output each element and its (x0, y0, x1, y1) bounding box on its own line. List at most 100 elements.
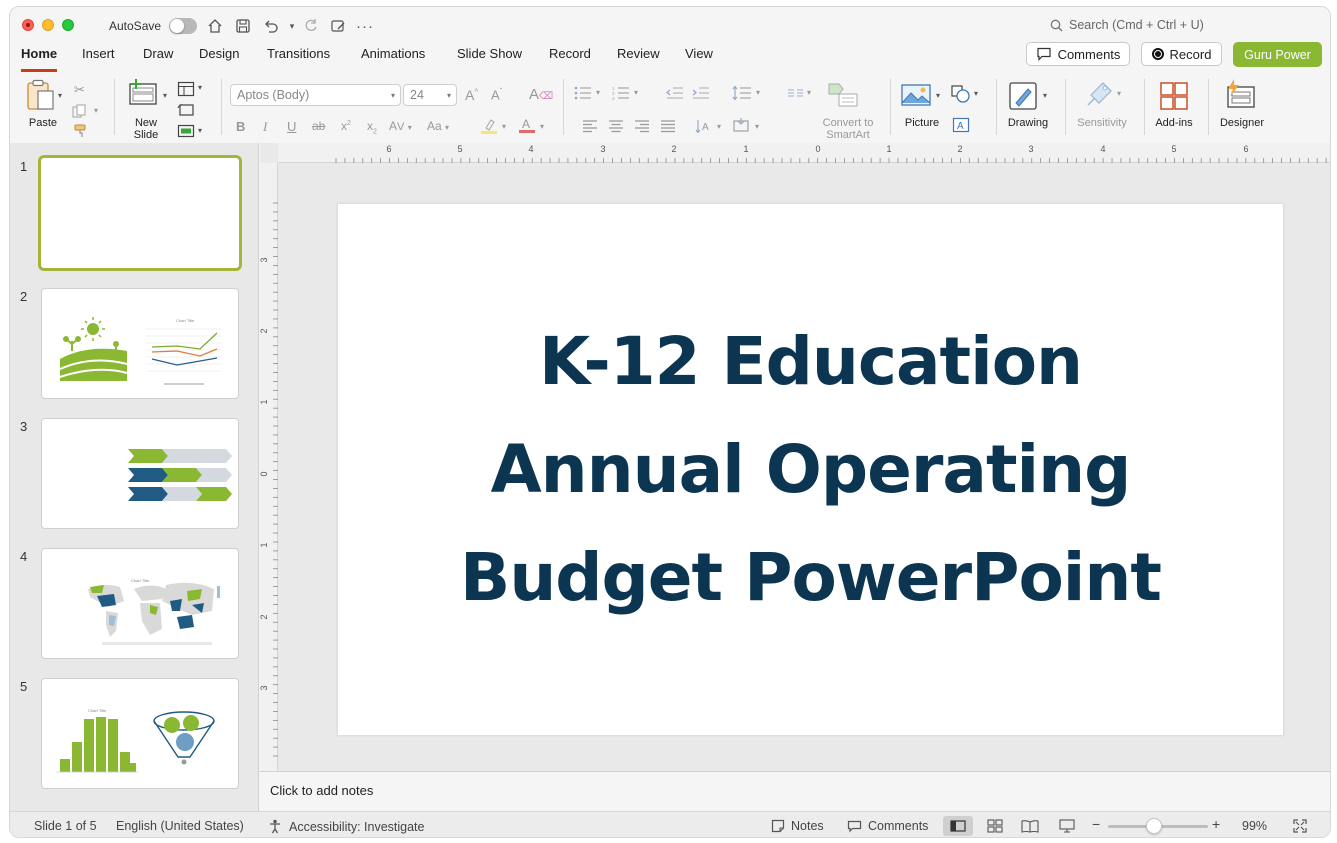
normal-view-button[interactable] (943, 816, 973, 836)
tab-insert[interactable]: Insert (82, 46, 115, 72)
increase-indent-icon[interactable] (692, 86, 710, 105)
notes-toggle-button[interactable]: Notes (771, 819, 824, 833)
home-icon[interactable] (206, 17, 224, 35)
tab-review[interactable]: Review (617, 46, 660, 72)
align-right-icon[interactable] (634, 119, 650, 138)
columns-dropdown-chevron-icon[interactable]: ▾ (807, 88, 811, 97)
clear-formatting-icon[interactable]: A⌫ (529, 86, 553, 103)
align-text-icon[interactable] (732, 118, 752, 139)
new-slide-dropdown-chevron-icon[interactable]: ▾ (163, 91, 167, 100)
cut-icon[interactable]: ✂ (74, 82, 85, 98)
strikethrough-icon[interactable]: ab (312, 119, 325, 133)
tab-home[interactable]: Home (21, 46, 58, 72)
search-box[interactable]: Search (Cmd + Ctrl + U) (1050, 18, 1204, 32)
language-indicator[interactable]: English (United States) (116, 819, 244, 833)
zoom-in-button[interactable]: + (1212, 816, 1220, 832)
italic-icon[interactable]: I (263, 119, 267, 135)
record-button[interactable]: Record (1141, 42, 1222, 66)
change-case-icon[interactable]: Aa ▾ (427, 119, 449, 133)
undo-dropdown-chevron-icon[interactable]: ▾ (283, 17, 301, 35)
paste-dropdown-chevron-icon[interactable]: ▾ (58, 91, 62, 100)
slide-thumbnail-2[interactable]: Chart Title (41, 288, 239, 399)
sensitivity-dropdown-chevron-icon[interactable]: ▾ (1117, 89, 1121, 98)
tab-animations[interactable]: Animations (361, 46, 425, 72)
decrease-indent-icon[interactable] (666, 86, 684, 105)
zoom-level[interactable]: 99% (1242, 819, 1267, 833)
comments-button[interactable]: Comments (1026, 42, 1130, 66)
slideshow-view-button[interactable] (1052, 816, 1082, 836)
add-ins-icon[interactable] (1159, 81, 1189, 116)
fit-to-window-button[interactable] (1285, 816, 1315, 836)
numbering-icon[interactable]: 123 (612, 86, 630, 105)
decrease-font-size-icon[interactable]: Aˇ (491, 87, 502, 102)
font-name-dropdown[interactable]: Aptos (Body) ▾ (230, 84, 401, 106)
slide-thumbnail-4[interactable]: Chart Title (41, 548, 239, 659)
paste-icon[interactable] (26, 79, 56, 116)
vertical-ruler[interactable]: 3 2 1 0 1 2 3 (259, 163, 278, 771)
section-icon[interactable] (177, 124, 195, 143)
copy-icon[interactable] (72, 104, 88, 123)
font-color-dropdown-chevron-icon[interactable]: ▾ (540, 122, 544, 131)
font-size-dropdown[interactable]: 24 ▾ (403, 84, 457, 106)
bullets-icon[interactable] (574, 86, 592, 105)
slide-canvas[interactable]: K-12 Education Annual Operating Budget P… (337, 203, 1284, 736)
text-direction-dropdown-chevron-icon[interactable]: ▾ (717, 122, 721, 131)
tab-view[interactable]: View (685, 46, 713, 72)
layout-dropdown-chevron-icon[interactable]: ▾ (198, 83, 202, 92)
tab-draw[interactable]: Draw (143, 46, 173, 72)
justify-icon[interactable] (660, 119, 676, 138)
slide-thumbnail-3[interactable] (41, 418, 239, 529)
slide-thumbnails-panel[interactable]: 1 2 Chart Title 3 4 Chart Title 5 Chart … (10, 143, 259, 811)
undo-icon[interactable] (262, 17, 280, 35)
redo-icon[interactable] (302, 17, 320, 35)
reading-view-button[interactable] (1015, 816, 1045, 836)
comments-toggle-button[interactable]: Comments (847, 819, 928, 833)
highlight-icon[interactable] (480, 118, 500, 139)
reset-slide-icon[interactable] (177, 103, 195, 122)
maximize-window-button[interactable] (62, 19, 74, 31)
accessibility-checker[interactable]: Accessibility: Investigate (268, 819, 424, 834)
more-options-icon[interactable]: ··· (356, 17, 374, 35)
drawing-icon[interactable] (1008, 81, 1040, 116)
tab-record[interactable]: Record (549, 46, 591, 72)
superscript-icon[interactable]: x2 (341, 119, 351, 133)
layout-icon[interactable] (177, 81, 195, 102)
increase-font-size-icon[interactable]: A^ (465, 87, 478, 103)
picture-dropdown-chevron-icon[interactable]: ▾ (936, 91, 940, 100)
shapes-dropdown-chevron-icon[interactable]: ▾ (974, 89, 978, 98)
highlight-dropdown-chevron-icon[interactable]: ▾ (502, 122, 506, 131)
zoom-out-button[interactable]: − (1092, 816, 1100, 832)
align-text-dropdown-chevron-icon[interactable]: ▾ (755, 122, 759, 131)
align-center-icon[interactable] (608, 119, 624, 138)
underline-icon[interactable]: U (287, 119, 296, 134)
customize-toolbar-icon[interactable] (329, 17, 347, 35)
font-color-icon[interactable]: A (518, 117, 538, 139)
character-spacing-icon[interactable]: AV ▾ (389, 119, 412, 133)
text-box-icon[interactable]: A (952, 117, 970, 138)
slide-thumbnail-5[interactable]: Chart Title (41, 678, 239, 789)
bullets-dropdown-chevron-icon[interactable]: ▾ (596, 88, 600, 97)
slide-title[interactable]: K-12 Education Annual Operating Budget P… (460, 308, 1162, 632)
subscript-icon[interactable]: x2 (367, 119, 377, 135)
drawing-dropdown-chevron-icon[interactable]: ▾ (1043, 91, 1047, 100)
line-spacing-dropdown-chevron-icon[interactable]: ▾ (756, 88, 760, 97)
save-icon[interactable] (234, 17, 252, 35)
slide-thumbnail-1[interactable] (38, 155, 242, 271)
align-left-icon[interactable] (582, 119, 598, 138)
designer-icon[interactable] (1224, 79, 1258, 116)
guru-power-button[interactable]: Guru Power (1233, 42, 1322, 67)
copy-dropdown-chevron-icon[interactable]: ▾ (94, 106, 98, 115)
tab-design[interactable]: Design (199, 46, 239, 72)
autosave-toggle[interactable] (169, 18, 197, 34)
slide-sorter-view-button[interactable] (980, 816, 1010, 836)
sensitivity-icon[interactable] (1085, 79, 1115, 114)
close-window-button[interactable] (22, 19, 34, 31)
text-direction-icon[interactable]: A (695, 118, 713, 139)
section-dropdown-chevron-icon[interactable]: ▾ (198, 126, 202, 135)
horizontal-ruler[interactable]: 6 5 4 3 2 1 0 1 2 3 4 5 6 (278, 143, 1330, 163)
shapes-icon[interactable] (951, 85, 971, 108)
tab-slide-show[interactable]: Slide Show (457, 46, 522, 72)
picture-icon[interactable] (901, 83, 931, 112)
bold-icon[interactable]: B (236, 119, 245, 134)
line-spacing-icon[interactable] (732, 85, 752, 106)
